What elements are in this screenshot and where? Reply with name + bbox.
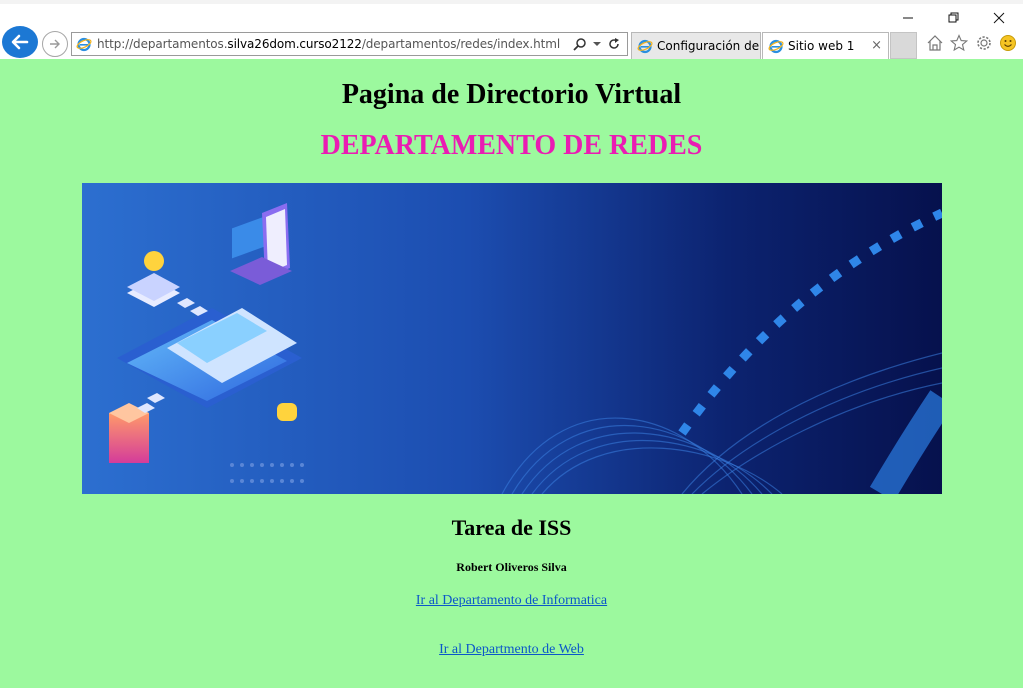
tab-title: Sitio web 1 [788,39,855,53]
tab-configuracion[interactable]: Configuración de... [631,32,761,59]
favorites-star-icon[interactable] [949,33,969,53]
browser-chrome: http://departamentos.silva26dom.curso212… [0,0,1023,59]
home-icon[interactable] [925,33,945,53]
ie-tab-icon [768,39,784,54]
smiley-feedback-icon[interactable] [998,33,1018,53]
page-title: Pagina de Directorio Virtual [341,79,682,110]
refresh-icon[interactable] [607,37,621,51]
ie-page-icon [76,37,92,52]
search-icon[interactable] [573,37,587,51]
assignment-heading: Tarea de ISS [451,515,572,540]
forward-button[interactable] [42,31,68,57]
dropdown-arrow-icon[interactable] [593,40,601,48]
tab-title: Configuración de... [657,39,761,53]
url-text: http://departamentos.silva26dom.curso212… [97,37,561,51]
minimize-icon [903,17,913,19]
department-heading: DEPARTAMENTO DE REDES [320,130,703,161]
link-informatica[interactable]: Ir al Departamento de Informatica [0,593,1023,609]
tab-sitio-web[interactable]: Sitio web 1 × [762,32,889,59]
close-window-button[interactable] [976,6,1022,30]
new-tab-button[interactable] [890,32,917,59]
address-bar[interactable]: http://departamentos.silva26dom.curso212… [71,32,628,56]
link-web[interactable]: Ir al Departmento de Web [0,642,1023,658]
back-button[interactable] [2,26,38,58]
close-icon [993,12,1005,24]
link-web-label[interactable]: Ir al Departmento de Web [439,642,584,657]
author-name: Robert Oliveros Silva [456,560,567,574]
ie-tab-icon [637,39,653,54]
back-arrow-icon [11,34,29,50]
gear-icon[interactable] [974,33,994,53]
forward-arrow-icon [50,39,60,49]
restore-button[interactable] [931,6,977,30]
close-tab-icon[interactable]: × [871,38,882,53]
minimize-button[interactable] [885,6,931,30]
network-banner-image [82,183,942,494]
page-content: Pagina de Directorio Virtual DEPARTAMENT… [0,59,1023,688]
link-informatica-label[interactable]: Ir al Departamento de Informatica [416,593,607,608]
title-bar [0,0,1023,4]
restore-icon [948,12,959,23]
